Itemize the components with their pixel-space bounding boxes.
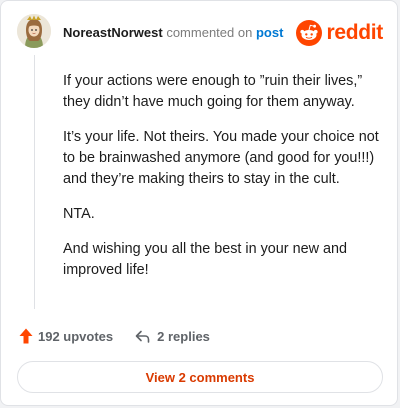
comment-header: NoreastNorwest commented on post (63, 25, 283, 41)
replies-button[interactable]: 2 replies (135, 329, 210, 344)
comment-paragraph: NTA. (63, 206, 95, 222)
upvote-arrow-icon (19, 328, 33, 344)
view-comments-button[interactable]: View 2 comments (17, 361, 383, 393)
commented-on-label: commented on (166, 25, 253, 40)
comment-card: NoreastNorwest commented on post reddit … (0, 0, 398, 406)
thread-line[interactable] (34, 55, 35, 309)
reddit-snoo-icon (296, 20, 323, 46)
avatar[interactable] (17, 14, 51, 48)
comment-body: If your actions were enough to ”ruin the… (63, 71, 383, 295)
replies-count: 2 replies (157, 328, 210, 344)
comment-paragraph: And wishing you all the best in your new… (63, 241, 347, 278)
post-link[interactable]: post (256, 25, 283, 40)
user-avatar-icon (17, 14, 51, 48)
reddit-logo[interactable]: reddit (296, 20, 383, 46)
upvote-count: 192 upvotes (38, 328, 114, 344)
username-link[interactable]: NoreastNorwest (63, 25, 163, 40)
reply-arrow-icon (135, 330, 150, 343)
comment-actions: 192 upvotes 2 replies (19, 326, 210, 346)
reddit-wordmark: reddit (326, 21, 383, 44)
comment-paragraph: It’s your life. Not theirs. You made you… (63, 129, 379, 187)
comment-paragraph: If your actions were enough to ”ruin the… (63, 73, 363, 110)
upvote-button[interactable]: 192 upvotes (19, 328, 113, 344)
